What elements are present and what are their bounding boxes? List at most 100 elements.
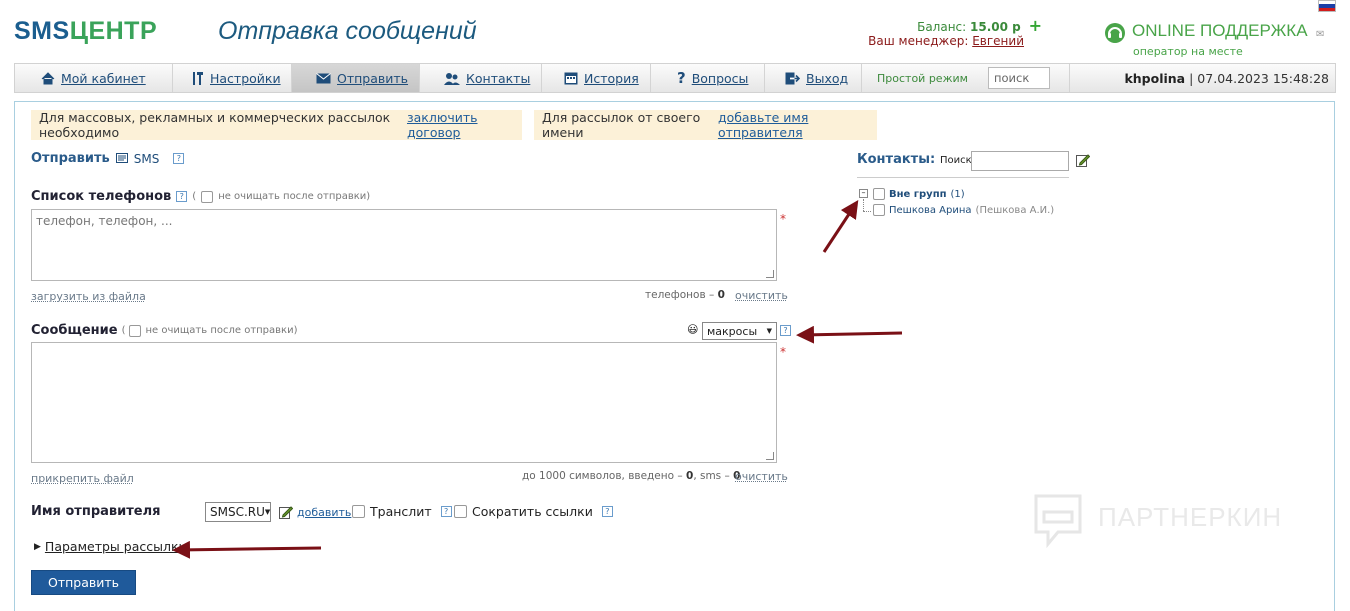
- phones-count: телефонов – 0: [645, 289, 725, 301]
- phones-textarea[interactable]: телефон, телефон, ...: [31, 209, 777, 281]
- nav-settings[interactable]: Настройки: [173, 64, 292, 92]
- main-nav: Мой кабинет Настройки Отправить Контакты…: [14, 63, 1336, 93]
- phones-clear-link[interactable]: очистить: [735, 289, 788, 302]
- phones-placeholder: телефон, телефон, ...: [36, 214, 173, 228]
- sender-notice: Для рассылок от своего имени добавьте им…: [534, 110, 877, 140]
- exit-icon: [785, 72, 800, 84]
- collapse-icon[interactable]: –: [859, 189, 868, 198]
- params-toggle[interactable]: ▶ Параметры рассылки: [34, 539, 187, 554]
- send-button[interactable]: Отправить: [31, 570, 136, 595]
- resize-handle[interactable]: [766, 452, 774, 460]
- phones-help-icon[interactable]: ?: [176, 191, 188, 202]
- translit-label: Транслит: [370, 504, 432, 519]
- send-type-sms[interactable]: SMS: [134, 152, 160, 166]
- phones-no-clear-checkbox[interactable]: [201, 190, 214, 203]
- group-checkbox[interactable]: [873, 188, 885, 200]
- tree-line: [863, 211, 871, 212]
- logo-center: ЦЕНТР: [69, 17, 158, 45]
- attach-file-link[interactable]: прикрепить файл: [31, 472, 134, 485]
- upload-from-file-link[interactable]: загрузить из файла: [31, 290, 146, 303]
- contact-name: Пешкова Арина: [889, 204, 972, 216]
- contract-link[interactable]: заключить договор: [407, 110, 514, 140]
- logo[interactable]: SMSЦЕНТР: [14, 17, 157, 46]
- tools-icon: [193, 71, 203, 85]
- nav-contacts[interactable]: Контакты: [420, 64, 542, 92]
- contract-notice: Для массовых, рекламных и коммерческих р…: [31, 110, 522, 140]
- add-sender-button[interactable]: добавить: [297, 506, 351, 519]
- emoji-icon[interactable]: 😃: [687, 323, 698, 336]
- sender-select[interactable]: SMSC.RU ▼: [205, 502, 271, 522]
- contacts-search-input[interactable]: [971, 151, 1069, 171]
- balance-label: Баланс:: [917, 20, 967, 34]
- contacts-icon: [444, 72, 460, 85]
- send-label: Отправить: [31, 151, 110, 166]
- shorten-links-option[interactable]: Сократить ссылки ?: [454, 504, 613, 519]
- translit-option[interactable]: Транслит ?: [352, 504, 452, 519]
- russian-flag-icon[interactable]: [1318, 0, 1336, 12]
- macros-help-icon[interactable]: ?: [780, 325, 791, 336]
- phones-no-clear-label: не очищать после отправки): [218, 191, 371, 202]
- edit-icon[interactable]: [1076, 153, 1090, 167]
- sms-icon: [115, 152, 128, 163]
- phones-required-mark: *: [780, 212, 786, 226]
- manager-info: Ваш менеджер: Евгений: [868, 34, 1024, 48]
- group-count: (1): [950, 188, 965, 200]
- contact-short-name: (Пешкова А.И.): [975, 204, 1055, 216]
- shorten-links-checkbox[interactable]: [454, 505, 467, 518]
- message-textarea[interactable]: [31, 342, 777, 463]
- shorten-links-label: Сократить ссылки: [472, 504, 593, 519]
- message-label: Сообщение: [31, 323, 118, 338]
- message-char-count: до 1000 символов, введено – 0, sms – 0: [522, 470, 741, 482]
- macros-select[interactable]: макросы ▼: [702, 322, 777, 340]
- username[interactable]: khpolina: [1124, 71, 1185, 86]
- online-support-link[interactable]: ONLINE ПОДДЕРЖКА: [1132, 21, 1308, 41]
- chevron-down-icon: ▼: [766, 327, 772, 335]
- resize-handle[interactable]: [766, 270, 774, 278]
- caret-right-icon: ▶: [34, 541, 41, 552]
- group-name: Вне групп: [889, 188, 947, 200]
- user-info: khpolina | 07.04.2023 15:48:28: [1124, 64, 1329, 92]
- page-title: Отправка сообщений: [218, 17, 477, 45]
- message-required-mark: *: [780, 345, 786, 359]
- params-label: Параметры рассылки: [44, 539, 187, 554]
- add-balance-button[interactable]: +: [1029, 16, 1042, 35]
- manager-label: Ваш менеджер:: [868, 34, 969, 48]
- calendar-icon: [564, 72, 578, 85]
- tree-line: [863, 199, 864, 211]
- send-help-icon[interactable]: ?: [173, 153, 185, 164]
- nav-my-cabinet[interactable]: Мой кабинет: [15, 64, 173, 92]
- logo-sms: SMS: [14, 17, 70, 45]
- edit-icon[interactable]: [279, 505, 293, 519]
- message-clear-link[interactable]: очистить: [735, 470, 788, 483]
- nav-exit[interactable]: Выход: [765, 64, 862, 92]
- datetime: | 07.04.2023 15:48:28: [1189, 70, 1329, 86]
- contacts-divider: [857, 177, 1069, 178]
- phones-label: Список телефонов: [31, 189, 172, 204]
- group-row[interactable]: Вне групп (1): [873, 188, 965, 200]
- mail-icon[interactable]: ✉: [1316, 29, 1324, 40]
- send-type-row: Отправить SMS ?: [31, 151, 185, 166]
- balance: Баланс: 15.00 р +: [917, 16, 1042, 35]
- nav-divider: [1069, 64, 1070, 92]
- shorten-links-help-icon[interactable]: ?: [601, 506, 613, 517]
- headset-icon[interactable]: [1103, 21, 1127, 45]
- phones-header: Список телефонов ? ( не очищать после от…: [31, 189, 371, 204]
- translit-help-icon[interactable]: ?: [440, 506, 452, 517]
- search-input[interactable]: поиск: [988, 67, 1050, 89]
- nav-send[interactable]: Отправить: [292, 64, 420, 92]
- message-no-clear-checkbox[interactable]: [129, 324, 142, 337]
- contact-row[interactable]: Пешкова Арина (Пешкова А.И.): [873, 204, 1054, 216]
- nav-questions[interactable]: ? Вопросы: [651, 64, 765, 92]
- nav-history[interactable]: История: [542, 64, 651, 92]
- support-status: оператор на месте: [1133, 45, 1243, 58]
- contact-checkbox[interactable]: [873, 204, 885, 216]
- message-no-clear-label: не очищать после отправки): [145, 325, 298, 336]
- watermark-logo-icon: [1034, 494, 1082, 548]
- simple-mode-link[interactable]: Простой режим: [877, 64, 968, 92]
- envelope-icon: [316, 72, 331, 83]
- manager-link[interactable]: Евгений: [972, 34, 1024, 48]
- add-sender-link[interactable]: добавьте имя отправителя: [718, 110, 869, 140]
- balance-value: 15.00 р: [970, 20, 1021, 34]
- translit-checkbox[interactable]: [352, 505, 365, 518]
- question-icon: ?: [677, 69, 686, 87]
